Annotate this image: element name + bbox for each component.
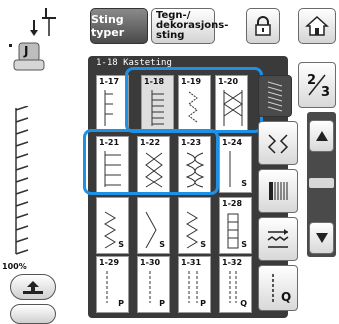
q-label: Q [281, 290, 292, 304]
mirror-stitch-icon [267, 134, 289, 154]
stitch-preview-tile[interactable] [258, 75, 292, 117]
quilting-button[interactable]: Q [258, 265, 298, 311]
home-button[interactable] [298, 8, 336, 44]
stitch-preview [15, 106, 29, 255]
stitch-pattern-icon [149, 271, 151, 303]
stitch-pattern-icon [229, 151, 231, 187]
needle-position-icon [30, 8, 56, 36]
stitch-cell-1-25[interactable]: S [96, 197, 129, 254]
stitch-suffix: S [159, 240, 165, 249]
arrow-down-icon [315, 233, 328, 243]
page-current: 2 [307, 73, 317, 88]
stitch-cell-1-24[interactable]: 1-24 S [219, 136, 252, 193]
scroll-up-button[interactable] [309, 120, 334, 152]
sewing-foot-icon [23, 281, 43, 294]
stitch-pattern-icon [104, 211, 116, 249]
mirror-button[interactable] [258, 121, 298, 165]
satin-stitch-icon [267, 81, 283, 112]
decorative-stitches-tab[interactable]: Tegn-/ dekorasjons- sting [151, 8, 228, 44]
stitch-pattern-icon [186, 211, 198, 249]
stitch-types-label: Sting typer [91, 13, 125, 39]
presser-foot-letter: J [24, 44, 29, 58]
home-icon [305, 15, 329, 36]
page-indicator: 2 3 [298, 62, 336, 108]
stitch-cell-1-26[interactable]: S [137, 197, 170, 254]
page-total: 3 [321, 85, 331, 100]
stitch-cell-1-30[interactable]: 1-30 P [137, 256, 170, 313]
stitch-width-icon [269, 182, 288, 200]
lock-icon [255, 16, 271, 36]
second-preview-button[interactable] [10, 304, 56, 324]
scroll-down-button[interactable] [309, 222, 334, 254]
stitch-suffix: S [118, 240, 124, 249]
stitch-types-tab[interactable]: Sting typer [90, 8, 148, 44]
stitch-pattern-icon [227, 213, 239, 249]
decorative-label-3: sting [156, 30, 185, 41]
stitch-pattern-icon [229, 271, 237, 303]
stitch-cell-1-29[interactable]: 1-29 P [96, 256, 129, 313]
highlight-row-1 [125, 67, 263, 133]
stitch-cell-1-32[interactable]: 1-32 Q [219, 256, 252, 313]
stitch-preview-button[interactable] [10, 274, 56, 300]
stitch-suffix: P [200, 299, 206, 308]
stitch-pattern-icon [106, 271, 108, 303]
left-panel: J 100% [0, 0, 86, 324]
stitch-pattern-icon [188, 271, 198, 303]
elongation-icon [267, 229, 289, 248]
lock-button[interactable] [246, 8, 280, 44]
highlight-row-2 [83, 129, 219, 195]
scroll-thumb[interactable] [309, 178, 334, 188]
stitch-cell-1-28[interactable]: 1-28 S [219, 197, 252, 254]
stitch-cell-1-27[interactable]: S [178, 197, 211, 254]
width-button[interactable] [258, 169, 298, 213]
stitch-suffix: P [159, 299, 165, 308]
stitch-suffix: S [241, 240, 247, 249]
zoom-level: 100% [2, 262, 27, 271]
stitch-cell-1-31[interactable]: 1-31 P [178, 256, 211, 313]
stitch-suffix: S [200, 240, 206, 249]
elongation-button[interactable] [258, 217, 298, 261]
arrow-up-icon [315, 131, 328, 141]
stitch-pattern-icon [145, 211, 157, 249]
stitch-suffix: Q [240, 299, 247, 308]
presser-foot-indicator: J [6, 40, 48, 74]
stitch-suffix: S [241, 179, 247, 188]
stitch-suffix: P [118, 299, 124, 308]
